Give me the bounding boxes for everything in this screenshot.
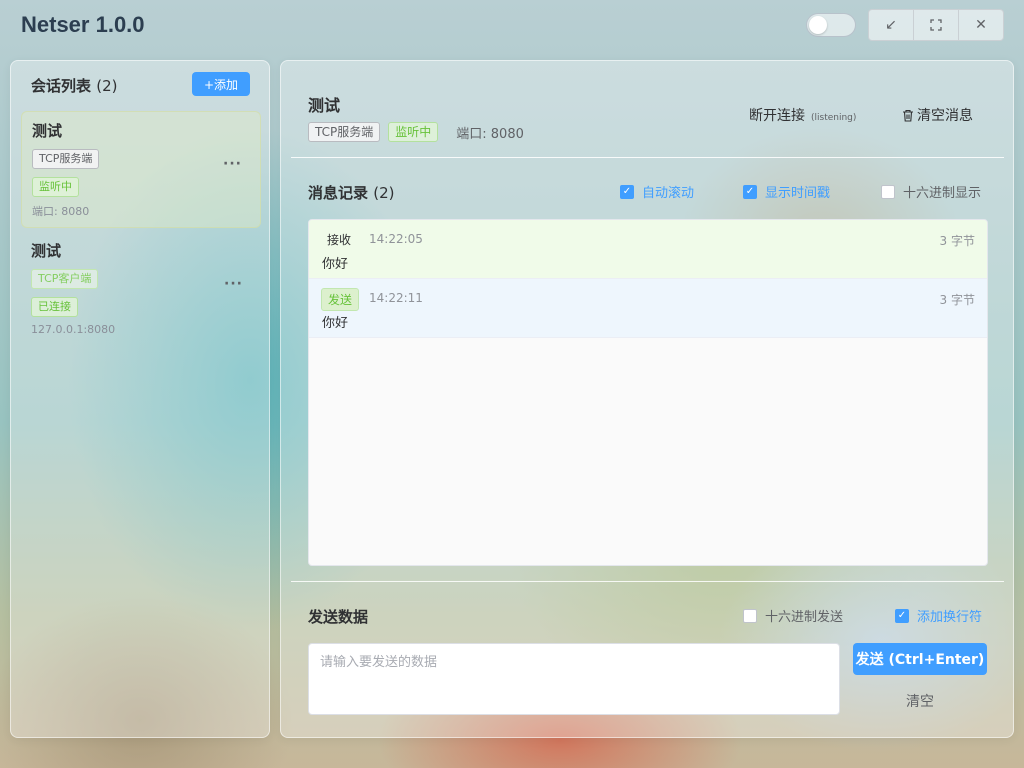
connection-type-tag: TCP服务端 xyxy=(308,122,381,142)
clear-input-button[interactable]: 清空 xyxy=(853,689,987,713)
message-log-label: 消息记录 xyxy=(308,184,369,202)
session-detail-panel: 测试 TCP服务端 监听中 端口: 8080 断开连接 (listening) … xyxy=(280,60,1014,738)
hex-display-label: 十六进制显示 xyxy=(903,186,982,201)
message-time: 14:22:05 xyxy=(369,232,423,246)
session-address: 端口: 8080 xyxy=(32,205,90,218)
close-icon: ✕ xyxy=(975,17,987,33)
more-icon[interactable]: ··· xyxy=(223,156,242,172)
session-address: 127.0.0.1:8080 xyxy=(31,323,116,336)
add-newline-label: 添加换行符 xyxy=(917,610,983,625)
send-data-input[interactable] xyxy=(308,643,840,715)
close-button[interactable]: ✕ xyxy=(958,10,1003,40)
session-item[interactable]: 测试 TCP客户端 已连接 127.0.0.1:8080 ··· xyxy=(21,232,261,344)
clear-messages-button[interactable]: 清空消息 xyxy=(902,105,973,125)
message-direction: 发送 xyxy=(321,288,360,311)
app-title: Netser 1.0.0 xyxy=(21,12,145,37)
message-size: 3 字节 xyxy=(939,234,975,248)
hex-send-label: 十六进制发送 xyxy=(765,610,844,625)
show-timestamp-label: 显示时间戳 xyxy=(765,186,831,201)
maximize-icon xyxy=(930,19,942,31)
auto-scroll-checkbox[interactable]: ✓ 自动滚动 xyxy=(620,182,694,201)
session-status-tag: 已连接 xyxy=(31,297,78,317)
minimize-button[interactable]: ↙ xyxy=(869,10,913,40)
hex-send-checkbox[interactable]: 十六进制发送 xyxy=(743,606,843,625)
session-sidebar: 会话列表 (2) +添加 测试 TCP服务端 监听中 端口: 8080 ··· … xyxy=(10,60,270,738)
send-divider xyxy=(291,581,1004,582)
show-timestamp-checkbox[interactable]: ✓ 显示时间戳 xyxy=(743,182,830,201)
session-list-label: 会话列表 xyxy=(31,77,92,95)
message-row: 发送 14:22:11 3 字节 你好 xyxy=(309,279,987,338)
add-newline-checkbox[interactable]: ✓ 添加换行符 xyxy=(895,606,982,625)
session-count: (2) xyxy=(96,77,118,95)
checkbox-box xyxy=(743,608,757,623)
trash-icon xyxy=(903,109,913,122)
connection-title: 测试 xyxy=(308,96,341,115)
disconnect-button[interactable]: 断开连接 (listening) xyxy=(749,105,856,125)
clear-messages-label: 清空消息 xyxy=(917,108,973,124)
port-text: 端口: 8080 xyxy=(456,126,524,142)
checkbox-box xyxy=(881,184,895,199)
disconnect-state: (listening) xyxy=(811,113,857,123)
message-content: 你好 xyxy=(322,257,349,272)
session-type-tag: TCP服务端 xyxy=(32,149,100,169)
check-icon: ✓ xyxy=(743,184,757,199)
send-button[interactable]: 发送 (Ctrl+Enter) xyxy=(853,643,987,675)
check-icon: ✓ xyxy=(620,184,634,199)
connection-status-tag: 监听中 xyxy=(388,122,439,142)
session-name: 测试 xyxy=(31,242,62,260)
session-list-title: 会话列表 (2) xyxy=(31,75,118,96)
session-name: 测试 xyxy=(32,122,63,140)
session-status-tag: 监听中 xyxy=(32,177,79,197)
message-log-title: 消息记录 (2) xyxy=(308,182,395,203)
theme-toggle[interactable] xyxy=(806,13,856,37)
minimize-icon: ↙ xyxy=(885,17,897,33)
hex-display-checkbox[interactable]: 十六进制显示 xyxy=(881,182,981,201)
toggle-knob xyxy=(809,16,827,34)
session-item[interactable]: 测试 TCP服务端 监听中 端口: 8080 ··· xyxy=(21,111,261,228)
message-row: 接收 14:22:05 3 字节 你好 xyxy=(309,220,987,279)
add-session-button[interactable]: +添加 xyxy=(192,72,250,96)
message-direction: 接收 xyxy=(327,233,352,247)
message-count: (2) xyxy=(373,184,395,202)
check-icon: ✓ xyxy=(895,608,909,623)
message-size: 3 字节 xyxy=(939,293,975,307)
send-data-title: 发送数据 xyxy=(308,608,369,626)
message-content: 你好 xyxy=(322,316,349,331)
auto-scroll-label: 自动滚动 xyxy=(642,186,695,201)
disconnect-label: 断开连接 xyxy=(749,108,805,124)
more-icon[interactable]: ··· xyxy=(224,276,243,292)
message-log[interactable]: 接收 14:22:05 3 字节 你好 发送 14:22:11 3 字节 你好 xyxy=(308,219,988,566)
maximize-button[interactable] xyxy=(913,10,958,40)
window-controls: ↙ ✕ xyxy=(868,9,1004,41)
header-divider xyxy=(291,157,1004,158)
connection-tags: TCP服务端 监听中 端口: 8080 xyxy=(308,122,524,142)
message-time: 14:22:11 xyxy=(369,291,423,305)
session-type-tag: TCP客户端 xyxy=(31,269,99,289)
